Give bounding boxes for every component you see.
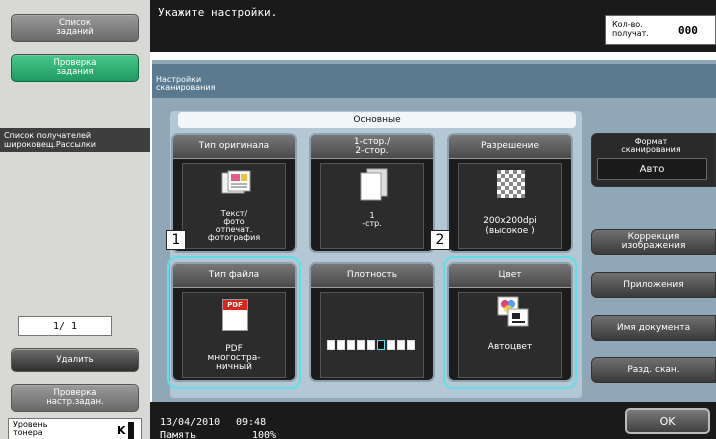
resolution-grid-icon xyxy=(497,170,525,198)
density-level-2 xyxy=(337,340,345,350)
toner-color-label: K xyxy=(117,424,126,437)
duplex-value: 1 -стр. xyxy=(362,211,382,228)
density-level-9 xyxy=(407,340,415,350)
resolution-button[interactable]: Разрешение 200x200dpi (высокое ) xyxy=(447,133,573,253)
resolution-value: 200x200dpi (высокое ) xyxy=(483,216,537,236)
density-title: Плотность xyxy=(311,264,433,288)
toner-level-bar xyxy=(128,422,134,439)
toner-label: Уровень тонера xyxy=(13,420,48,437)
toner-level-panel: Уровень тонера K xyxy=(8,418,142,439)
ok-button[interactable]: OK xyxy=(625,408,710,434)
separate-scan-button[interactable]: Разд. скан. xyxy=(591,357,716,383)
file-type-button[interactable]: Тип файла PDF PDF многостра- ничный xyxy=(171,262,297,382)
panel-header: Настройки сканирования xyxy=(152,64,716,98)
file-type-value: PDF многостра- ничный xyxy=(207,344,261,372)
document-name-button[interactable]: Имя документа xyxy=(591,315,716,341)
broadcast-recipients-list[interactable]: Список получателей широковещ.Рассылки xyxy=(0,128,150,152)
resolution-title: Разрешение xyxy=(449,135,571,159)
page-counter: 1/ 1 xyxy=(18,316,112,336)
density-level-4 xyxy=(357,340,365,350)
color-value: Автоцвет xyxy=(487,342,533,352)
check-settings-button[interactable]: Проверка настр.задан. xyxy=(11,384,139,412)
density-scale xyxy=(327,340,419,350)
density-level-1 xyxy=(327,340,335,350)
callout-2: 2 xyxy=(430,230,450,250)
scan-format-value: Авто xyxy=(597,158,707,180)
density-level-3 xyxy=(347,340,355,350)
scan-format-title: Формат сканирования xyxy=(621,137,681,154)
original-type-body: Текст/ фото отпечат. фотография xyxy=(182,163,286,249)
auto-color-icon xyxy=(497,296,529,327)
pdf-badge: PDF xyxy=(223,300,247,310)
job-list-button[interactable]: Список заданий xyxy=(11,14,139,42)
job-check-button[interactable]: Проверка задания xyxy=(11,54,139,82)
scan-format-button[interactable]: Формат сканирования Авто xyxy=(591,133,716,187)
file-type-title: Тип файла xyxy=(173,264,295,288)
density-level-5 xyxy=(367,340,375,350)
copies-label: Кол-во. получат. xyxy=(612,20,649,38)
pdf-file-icon: PDF xyxy=(222,299,248,331)
duplex-title: 1-стор./ 2-стор. xyxy=(311,135,433,159)
image-correction-button[interactable]: Коррекция изображения xyxy=(591,229,716,255)
callout-1: 1 xyxy=(166,230,186,250)
color-button[interactable]: Цвет Автоцвет xyxy=(447,262,573,382)
original-type-title: Тип оригинала xyxy=(173,135,295,159)
density-level-8 xyxy=(397,340,405,350)
color-body: Автоцвет xyxy=(458,292,562,378)
density-body xyxy=(320,292,424,378)
color-title: Цвет xyxy=(449,264,571,288)
status-date: 13/04/2010 xyxy=(160,417,221,428)
applications-button[interactable]: Приложения xyxy=(591,272,716,298)
resolution-body: 200x200dpi (высокое ) xyxy=(458,163,562,249)
status-time: 09:48 xyxy=(236,417,267,428)
duplex-body: 1 -стр. xyxy=(320,163,424,249)
file-type-body: PDF PDF многостра- ничный xyxy=(182,292,286,378)
duplex-button[interactable]: 1-стор./ 2-стор. 1 -стр. xyxy=(309,133,435,253)
tab-basic[interactable]: Основные xyxy=(178,112,576,128)
original-type-value: Текст/ фото отпечат. фотография xyxy=(207,209,261,242)
delete-button[interactable]: Удалить xyxy=(11,348,139,372)
original-type-button[interactable]: Тип оригинала Текст/ фото отпечат. фотог… xyxy=(171,133,297,253)
memory-label: Память xyxy=(160,430,197,439)
density-button[interactable]: Плотность xyxy=(309,262,435,382)
instruction-message: Укажите настройки. xyxy=(158,6,278,19)
copies-value: 000 xyxy=(678,24,698,37)
density-level-6 xyxy=(377,340,385,350)
copies-display: Кол-во. получат. 000 xyxy=(605,15,716,45)
density-level-7 xyxy=(387,340,395,350)
single-sided-icon xyxy=(360,168,388,201)
memory-value: 100% xyxy=(252,430,277,439)
text-photo-icon xyxy=(221,170,251,194)
